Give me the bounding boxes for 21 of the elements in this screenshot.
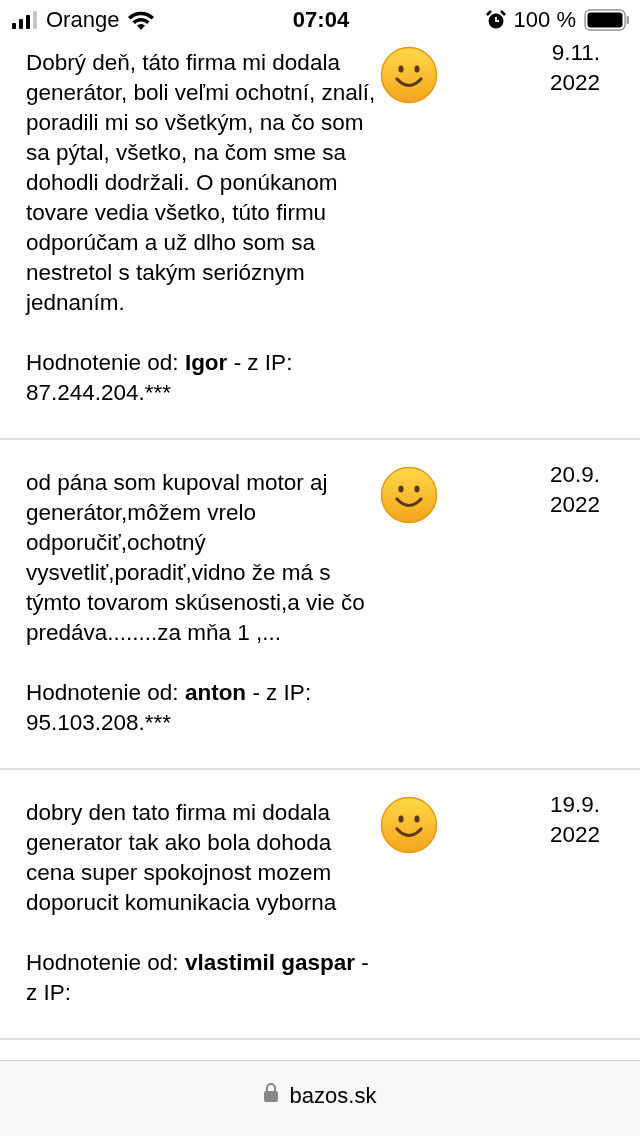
battery-percentage: 100 % — [513, 7, 576, 33]
smiley-icon — [380, 46, 438, 104]
review-text: od pána som kupoval motor aj generátor,môžem vrelo odporučiť,ochotný vysvetliť,poradiť,vidno že má s týmto tovarom skúsenosti,a vie čo predáva........za mňa 1 ,... — [26, 469, 366, 647]
review-author-line: Hodnotenie od: Igor - z IP: 87.244.204.*** — [26, 349, 294, 407]
review-date: 20.9. 2022 — [548, 461, 600, 519]
signal-icon — [12, 11, 38, 29]
review-author-line: Hodnotenie od: anton - z IP: 95.103.208.*** — [26, 679, 313, 737]
battery-icon — [584, 9, 630, 31]
review-author-line: Hodnotenie od: vlastimil gaspar - z IP: — [26, 949, 370, 1007]
review-text: dobry den tato firma mi dodala generator tak ako bola dohoda cena super spokojnost mozem doporucit komunikacia vyborna — [26, 799, 338, 917]
review-date: 9.11. 2022 — [548, 40, 600, 97]
smiley-icon — [380, 796, 438, 854]
lock-icon — [263, 1083, 278, 1102]
review-date: 19.9. 2022 — [548, 791, 600, 849]
carrier-name: Orange — [46, 7, 120, 33]
review-text: Dobrý deň, táto firma mi dodala generátor, boli veľmi ochotní, znalí, poradili mi so všetkým, na čo som sa pýtal, všetko, na čom sme sa dohodli dodržali. O ponúkanom tovare vedia všetko, túto firmu odporúčam a už dlho som sa nestretol s takým serióznym jednaním. — [26, 49, 377, 317]
smiley-icon — [380, 466, 438, 524]
wifi-icon — [127, 10, 156, 30]
alarm-clock-icon — [485, 10, 506, 30]
clock-time: 07:04 — [292, 7, 350, 33]
url-text[interactable]: bazos.sk — [289, 1083, 377, 1109]
